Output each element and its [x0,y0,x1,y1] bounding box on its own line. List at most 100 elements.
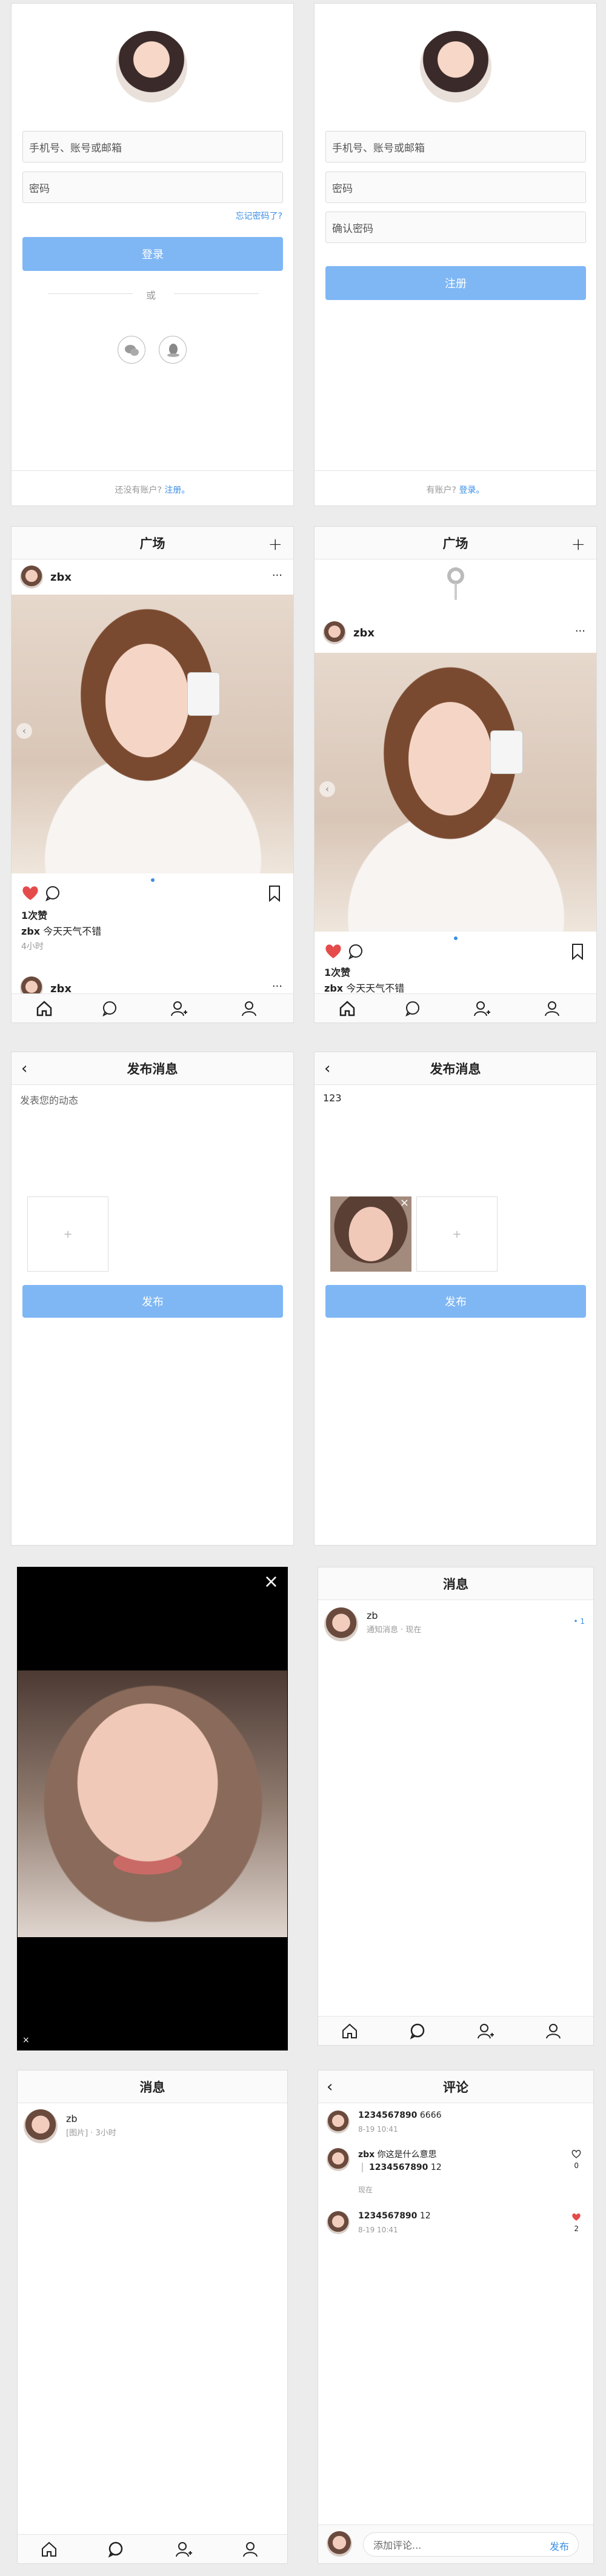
conversation-preview: [图片] · 3小时 [66,2129,116,2138]
comment-username[interactable]: 1234567890 [358,2111,417,2120]
wechat-icon[interactable] [118,336,145,364]
password-input[interactable]: 密码 [22,172,283,203]
comment-content: 1234567890 12 [358,2211,431,2221]
comment-time: 现在 [358,2186,373,2194]
login-link[interactable]: 登录。 [459,486,484,495]
comment-input[interactable]: 添加评论... [363,2532,579,2557]
plus-icon[interactable]: + [571,534,585,554]
messages-header: 消息 [318,1567,593,1600]
comment-input-placeholder: 添加评论... [373,2540,422,2551]
message-icon[interactable] [107,2541,124,2558]
home-icon[interactable] [41,2541,58,2558]
close-icon[interactable]: × [264,1571,279,1592]
phone-placeholder: 手机号、账号或邮箱 [29,142,122,155]
heart-card [187,672,220,716]
add-image-button[interactable]: + [416,1196,498,1272]
plus-icon[interactable]: + [268,534,282,554]
password-placeholder: 密码 [29,182,50,195]
heart-icon[interactable] [324,943,342,962]
back-icon[interactable]: ‹ [21,1059,27,1078]
messages-screen-2: 消息 zb [图片] · 3小时 [17,2070,288,2564]
post-textarea[interactable]: 发表您的动态 [20,1092,287,1183]
user-add-icon[interactable] [473,1000,490,1017]
comment-icon[interactable] [347,943,364,963]
message-icon[interactable] [404,1000,421,1017]
publish-button[interactable]: 发布 [22,1285,283,1318]
reply-username[interactable]: 1234567890 [369,2163,428,2172]
home-icon[interactable] [339,1000,356,1017]
comment-content: 1234567890 6666 [358,2111,442,2120]
profile-icon[interactable] [544,1000,561,1017]
caption-username[interactable]: zbx [324,983,343,994]
conversation-name: zb [66,2113,78,2124]
comment-item: 1234567890 6666 8-19 10:41 [318,2108,593,2144]
send-button[interactable]: 发布 [550,2538,569,2553]
login-button[interactable]: 登录 [22,237,283,271]
post-username[interactable]: zbx [353,627,375,639]
comment-username[interactable]: 1234567890 [358,2211,417,2221]
feed-screen: 广场 + zbx ··· ‹ 1次赞 zbx 今天天气不错 4小时 zbx ··… [11,526,294,1023]
heart-outline-icon[interactable] [571,2149,581,2161]
page-title: 发布消息 [127,1061,178,1076]
comments-header: 评论 [318,2070,593,2103]
avatar [24,2109,58,2143]
post-textarea[interactable]: 123 [323,1092,590,1183]
phone-input[interactable]: 手机号、账号或邮箱 [325,131,586,162]
page-title: 消息 [443,1577,468,1592]
heart-filled-icon[interactable] [571,2212,581,2224]
comment-time: 8-19 10:41 [358,2125,398,2134]
carousel-indicator [454,936,458,940]
feed-header: 广场 [12,527,293,559]
user-add-icon[interactable] [477,2023,494,2040]
home-icon[interactable] [36,1000,53,1017]
message-icon[interactable] [409,2023,426,2040]
register-button[interactable]: 注册 [325,266,586,300]
more-icon[interactable]: ··· [575,625,585,638]
forgot-password-link[interactable]: 忘记密码了? [236,210,282,222]
add-image-button[interactable]: + [27,1196,108,1272]
more-icon[interactable]: ··· [272,980,282,993]
profile-icon[interactable] [242,2541,259,2558]
more-icon[interactable]: ··· [272,569,282,582]
publish-button[interactable]: 发布 [325,1285,586,1318]
confirm-password-input[interactable]: 确认密码 [325,212,586,243]
conversation-item[interactable]: zb [图片] · 3小时 [18,2107,287,2147]
viewer-image [18,1670,287,1937]
bookmark-icon[interactable] [268,885,281,904]
user-add-icon[interactable] [170,1000,187,1017]
comment-username[interactable]: zbx [358,2150,375,2160]
remove-image-icon[interactable]: × [400,1196,409,1209]
back-icon[interactable]: ‹ [327,2078,333,2096]
avatar [323,621,346,644]
bookmark-icon[interactable] [571,943,584,963]
or-label: 或 [146,290,156,301]
phone-input[interactable]: 手机号、账号或邮箱 [22,131,283,162]
comment-like-count: 0 [574,2161,579,2170]
comment-icon[interactable] [44,885,61,904]
textarea-placeholder: 发表您的动态 [20,1095,79,1106]
conversation-item[interactable]: zb 通知消息 · 现在 • 1 [318,1604,593,1644]
reply-text: 12 [430,2163,442,2172]
carousel-prev-icon[interactable]: ‹ [16,723,32,739]
user-add-icon[interactable] [175,2541,192,2558]
profile-icon[interactable] [241,1000,258,1017]
message-icon[interactable] [101,1000,118,1017]
avatar [327,2148,350,2171]
image-viewer-screen: × × [17,1567,288,2050]
password-input[interactable]: 密码 [325,172,586,203]
register-link[interactable]: 注册。 [164,486,190,495]
post-username[interactable]: zbx [50,571,72,584]
heart-icon[interactable] [21,884,39,904]
profile-icon[interactable] [545,2023,562,2040]
home-icon[interactable] [341,2023,358,2040]
add-symbol: + [63,1227,73,1241]
selected-image[interactable]: × [330,1196,411,1272]
qq-icon[interactable] [159,336,187,364]
feed-refresh-screen: 广场 + zbx ··· ‹ 1次赞 zbx 今天天气不错 [314,526,597,1023]
carousel-prev-icon[interactable]: ‹ [319,781,335,797]
comment-text: 12 [419,2211,431,2221]
small-close-icon[interactable]: × [22,2035,30,2045]
back-icon[interactable]: ‹ [324,1059,330,1078]
post-image: ‹ [315,653,596,932]
caption-username[interactable]: zbx [21,926,40,937]
